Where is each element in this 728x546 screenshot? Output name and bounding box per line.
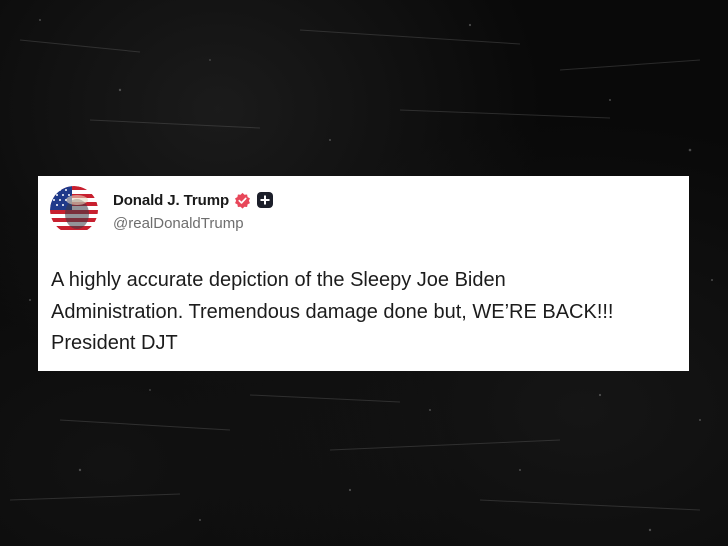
author-handle[interactable]: @realDonaldTrump <box>113 215 244 232</box>
post-body: A highly accurate depiction of the Sleep… <box>51 269 614 354</box>
verified-badge-icon <box>235 192 250 209</box>
avatar[interactable] <box>50 186 98 234</box>
avatar-flag-portrait-icon <box>50 186 98 234</box>
plus-badge-icon <box>257 192 274 208</box>
author-name[interactable]: Donald J. Trump <box>113 192 229 209</box>
post-card: Donald J. Trump @realDonaldTrump A highl… <box>38 176 689 371</box>
author-row: Donald J. Trump <box>113 189 274 211</box>
